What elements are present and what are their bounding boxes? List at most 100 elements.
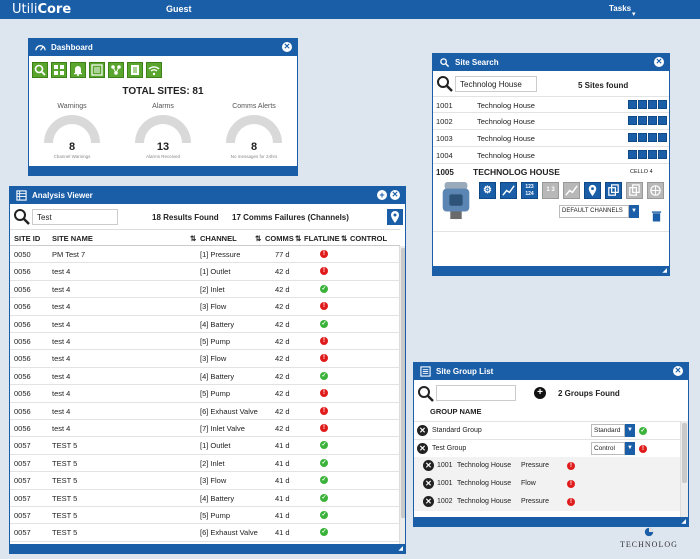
- table-row[interactable]: 0056 test 4 [5] Pump 42 d!: [10, 333, 400, 351]
- add-group-button[interactable]: +: [534, 387, 546, 399]
- table-row[interactable]: 0056 test 4 [4] Battery 42 d ✓: [10, 316, 400, 333]
- remove-icon[interactable]: ✕: [417, 443, 428, 454]
- search-icon[interactable]: [436, 75, 454, 93]
- group-row[interactable]: ✕ Standard Group Standard ▼ ✓: [414, 421, 680, 439]
- sort-icon[interactable]: ⇅: [190, 234, 196, 243]
- chevron-down-icon[interactable]: ▼: [625, 442, 635, 455]
- copy-icon[interactable]: [658, 133, 667, 142]
- remove-icon[interactable]: ✕: [417, 425, 428, 436]
- copy-icon[interactable]: [658, 116, 667, 125]
- wireless-toolbar-button[interactable]: [146, 62, 162, 78]
- table-row[interactable]: 0056 test 4 [3] Flow 42 d!: [10, 350, 400, 368]
- col-group-name[interactable]: GROUP NAME: [430, 407, 482, 416]
- chevron-down-icon[interactable]: ▼: [629, 205, 639, 218]
- vertical-scrollbar[interactable]: [680, 421, 688, 517]
- group-row[interactable]: ✕ Test Group Control ▼ !: [414, 439, 680, 457]
- location-icon[interactable]: [648, 150, 657, 159]
- location-icon[interactable]: [648, 133, 657, 142]
- copy-icon[interactable]: [658, 100, 667, 109]
- reports-toolbar-button[interactable]: [89, 62, 105, 78]
- close-icon[interactable]: ✕: [654, 57, 664, 67]
- network-toolbar-button[interactable]: [108, 62, 124, 78]
- close-icon[interactable]: ✕: [673, 366, 683, 376]
- table-row[interactable]: 0057 TEST 5 [3] Flow 41 d ✓: [10, 472, 400, 490]
- number-icon[interactable]: [638, 133, 647, 142]
- add-icon[interactable]: +: [377, 190, 387, 200]
- site-row[interactable]: 1001 Technolog House: [433, 96, 669, 113]
- table-row[interactable]: 0050 PM Test 7 [1] Pressure 77 d!: [10, 246, 400, 264]
- table-row[interactable]: 0057 TEST 5 [6] Exhaust Valve 41 d ✓: [10, 524, 400, 542]
- group-search-input[interactable]: [436, 385, 516, 401]
- map-button[interactable]: [584, 182, 601, 199]
- alarm-toolbar-button[interactable]: [70, 62, 86, 78]
- member-row[interactable]: ✕ 1002 Technolog House Pressure !: [414, 493, 680, 511]
- chart-icon[interactable]: [628, 133, 637, 142]
- comms-alerts-gauge[interactable]: Comms Alerts 8 No messages for 24hrs: [214, 103, 294, 163]
- member-row[interactable]: ✕ 1001 Technolog House Flow !: [414, 475, 680, 493]
- scrollbar-thumb[interactable]: [401, 248, 405, 518]
- analysis-search-input[interactable]: Test: [32, 209, 118, 225]
- col-site-id[interactable]: SITE ID: [14, 234, 40, 243]
- remove-icon[interactable]: ✕: [423, 478, 434, 489]
- user-name[interactable]: Guest: [166, 4, 192, 14]
- table-row[interactable]: 0057 TEST 5 [1] Outlet 41 d ✓: [10, 437, 400, 455]
- table-row[interactable]: 0057 TEST 5 [2] Inlet 41 d ✓: [10, 455, 400, 473]
- settings-button[interactable]: ⚙: [479, 182, 496, 199]
- table-row[interactable]: 0056 test 4 [6] Exhaust Valve 42 d!: [10, 403, 400, 420]
- site-search-titlebar[interactable]: Site Search ✕: [433, 54, 669, 71]
- table-row[interactable]: 0056 test 4 [2] Inlet 42 d ✓: [10, 281, 400, 299]
- table-row[interactable]: 0056 test 4 [7] Inlet Valve 42 d!: [10, 420, 400, 438]
- col-channel[interactable]: CHANNEL: [200, 234, 237, 243]
- warnings-gauge[interactable]: Warnings 8 Channel Warnings: [32, 103, 112, 163]
- number-icon[interactable]: [638, 100, 647, 109]
- chevron-down-icon[interactable]: ▾: [632, 10, 636, 18]
- alarms-gauge[interactable]: Alarms 13 Alarms Received: [123, 103, 203, 163]
- map-button[interactable]: [387, 209, 403, 225]
- chart-icon[interactable]: [628, 150, 637, 159]
- col-comms[interactable]: COMMS: [265, 234, 294, 243]
- copy-icon[interactable]: [658, 150, 667, 159]
- number-icon[interactable]: [638, 150, 647, 159]
- sites-toolbar-button[interactable]: [51, 62, 67, 78]
- resize-grip-icon[interactable]: ◢: [662, 267, 667, 274]
- site-group-list-titlebar[interactable]: Site Group List ✕: [414, 363, 688, 380]
- sort-icon[interactable]: ⇅: [341, 234, 347, 243]
- col-control[interactable]: CONTROL: [350, 234, 387, 243]
- utilicore-logo[interactable]: UtiliCore: [12, 2, 71, 17]
- values-button[interactable]: 123 124: [521, 182, 538, 199]
- vertical-scrollbar[interactable]: [399, 246, 405, 546]
- sort-icon[interactable]: ⇅: [255, 234, 261, 243]
- scrollbar-thumb[interactable]: [682, 423, 687, 483]
- site-row[interactable]: 1003 Technolog House: [433, 130, 669, 147]
- analysis-viewer-titlebar[interactable]: Analysis Viewer + ✕: [10, 187, 405, 204]
- search-icon[interactable]: [13, 208, 31, 226]
- dashboard-titlebar[interactable]: Dashboard ✕: [29, 39, 297, 56]
- remove-icon[interactable]: ✕: [423, 496, 434, 507]
- search-toolbar-button[interactable]: [32, 62, 48, 78]
- chart-icon[interactable]: [628, 100, 637, 109]
- number-icon[interactable]: [638, 116, 647, 125]
- col-site-name[interactable]: SITE NAME: [52, 234, 93, 243]
- col-flatline[interactable]: FLATLINE: [304, 234, 340, 243]
- table-row[interactable]: 0056 test 4 [5] Pump 42 d!: [10, 385, 400, 403]
- resize-grip-icon[interactable]: ◢: [681, 518, 686, 525]
- group-type-select[interactable]: Standard: [591, 424, 625, 437]
- channels-select[interactable]: DEFAULT CHANNELS: [559, 205, 629, 218]
- location-icon[interactable]: [648, 100, 657, 109]
- table-row[interactable]: 0056 test 4 [1] Outlet 42 d!: [10, 263, 400, 281]
- member-row[interactable]: ✕ 1001 Technolog House Pressure !: [414, 457, 680, 475]
- chart-icon[interactable]: [628, 116, 637, 125]
- resize-grip-icon[interactable]: ◢: [398, 545, 403, 552]
- site-row[interactable]: 1004 Technolog House: [433, 147, 669, 164]
- graph-button[interactable]: [500, 182, 517, 199]
- documents-toolbar-button[interactable]: [127, 62, 143, 78]
- table-row[interactable]: 0056 test 4 [3] Flow 42 d!: [10, 298, 400, 316]
- site-row[interactable]: 1002 Technolog House: [433, 113, 669, 130]
- group-type-select[interactable]: Control: [591, 442, 625, 455]
- remove-icon[interactable]: ✕: [423, 460, 434, 471]
- close-icon[interactable]: ✕: [282, 42, 292, 52]
- table-row[interactable]: 0056 test 4 [4] Battery 42 d ✓: [10, 368, 400, 386]
- copy-button[interactable]: [605, 182, 622, 199]
- location-icon[interactable]: [648, 116, 657, 125]
- close-icon[interactable]: ✕: [390, 190, 400, 200]
